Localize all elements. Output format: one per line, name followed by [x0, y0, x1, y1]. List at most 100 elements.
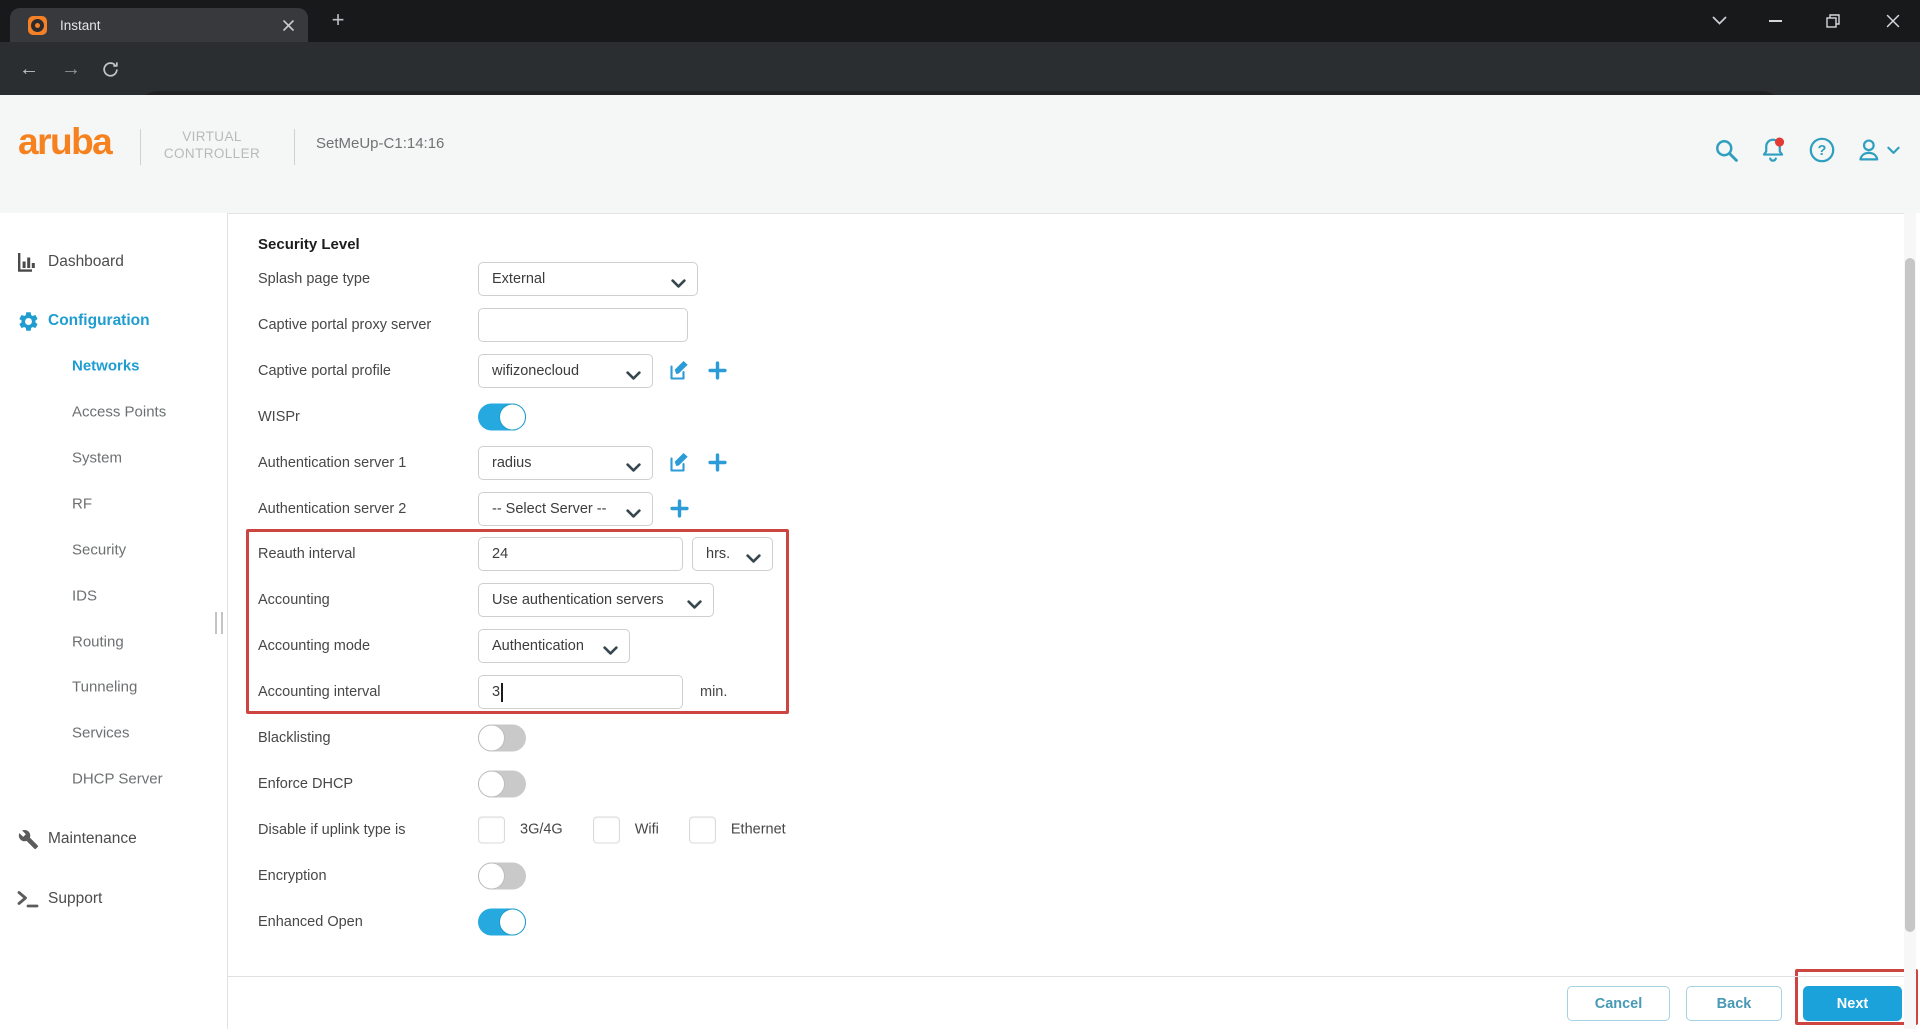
edit-icon[interactable] — [667, 359, 691, 383]
selected-value: hrs. — [706, 546, 731, 563]
captive-portal-profile-select[interactable]: wifizonecloud — [478, 353, 653, 388]
back-icon[interactable]: ← — [16, 56, 42, 82]
sidebar-item-label: Maintenance — [48, 830, 137, 847]
form-row-authentication-server-2: Authentication server 2 -- Select Server … — [228, 486, 1428, 532]
sidebar-item-label: RF — [72, 495, 92, 513]
add-icon[interactable] — [705, 451, 729, 475]
sidebar-nav: Dashboard Configuration Networks Access Poi… — [0, 213, 228, 1029]
search-icon[interactable] — [1710, 134, 1742, 166]
browser-tab[interactable]: Instant — [10, 8, 308, 42]
sidebar-item-dashboard[interactable]: Dashboard — [0, 247, 227, 277]
tab-search-icon[interactable] — [1696, 0, 1742, 42]
enhanced-open-toggle[interactable] — [478, 908, 526, 936]
encryption-toggle[interactable] — [478, 862, 526, 890]
text-cursor — [501, 682, 503, 702]
authentication-server-2-select[interactable]: -- Select Server -- — [478, 491, 653, 526]
sidebar-item-system[interactable]: System — [0, 443, 227, 473]
selected-value: External — [492, 271, 546, 287]
notifications-bell-icon[interactable] — [1757, 134, 1789, 166]
wrench-icon — [16, 827, 40, 851]
field-label: Enforce DHCP — [258, 775, 354, 792]
terminal-icon — [16, 887, 40, 911]
chevron-down-icon — [746, 551, 761, 569]
sidebar-item-tunneling[interactable]: Tunneling — [0, 672, 227, 702]
next-button[interactable]: Next — [1803, 986, 1902, 1021]
sidebar-item-configuration[interactable]: Configuration — [0, 306, 227, 336]
window-close-button[interactable] — [1870, 0, 1916, 42]
form-row-captive-portal-proxy-server: Captive portal proxy server — [228, 302, 1428, 348]
sidebar-item-rf[interactable]: RF — [0, 489, 227, 519]
enforce-dhcp-toggle[interactable] — [478, 770, 526, 798]
accounting-interval-input[interactable]: 3 — [478, 675, 683, 710]
sidebar-resize-handle[interactable] — [215, 612, 223, 634]
sidebar-item-label: Dashboard — [48, 253, 124, 270]
svg-text:?: ? — [1818, 143, 1827, 159]
product-name: VIRTUAL CONTROLLER — [163, 129, 261, 161]
field-label: Accounting — [258, 592, 330, 609]
forward-icon[interactable]: → — [58, 56, 84, 82]
sidebar-item-dhcp-server[interactable]: DHCP Server — [0, 764, 227, 794]
wispr-toggle[interactable] — [478, 403, 526, 431]
sidebar-item-support[interactable]: Support — [0, 884, 227, 914]
checkbox-ethernet[interactable] — [688, 816, 716, 844]
checkbox-3g-4g[interactable] — [478, 816, 505, 844]
window-restore-button[interactable] — [1810, 0, 1856, 42]
input-value: 3 — [492, 684, 501, 701]
sidebar-item-ids[interactable]: IDS — [0, 581, 227, 611]
main-scrollbar[interactable] — [1904, 213, 1916, 1029]
form-row-enforce-dhcp: Enforce DHCP — [228, 761, 1428, 807]
field-label: WISPr — [258, 408, 300, 425]
app-header: aruba VIRTUAL CONTROLLER SetMeUp-C1:14:1… — [0, 95, 1920, 213]
selected-value: wifizonecloud — [492, 362, 580, 379]
blacklisting-toggle[interactable] — [478, 724, 526, 752]
checkbox-wifi[interactable] — [592, 816, 620, 844]
form-row-accounting-mode: Accounting mode Authentication — [228, 623, 1428, 669]
main-content: Security Level Splash page type External C… — [228, 213, 1904, 1029]
toggle-knob — [478, 770, 505, 798]
sidebar-item-label: Security — [72, 541, 127, 559]
tab-close-icon[interactable] — [282, 19, 295, 32]
field-label: Encryption — [258, 867, 327, 884]
sidebar-item-networks[interactable]: Networks — [0, 351, 227, 381]
sidebar-item-label: Configuration — [48, 312, 150, 329]
captive-portal-proxy-server-input[interactable] — [478, 307, 688, 342]
field-label: Disable if uplink type is — [258, 821, 406, 838]
toggle-knob — [478, 724, 505, 752]
reauth-interval-unit-select[interactable]: hrs. — [692, 537, 773, 572]
dashboard-icon — [16, 250, 40, 274]
field-label: Captive portal profile — [258, 362, 391, 379]
browser-titlebar: Instant + — [0, 0, 1920, 42]
sidebar-item-routing[interactable]: Routing — [0, 627, 227, 657]
form-row-captive-portal-profile: Captive portal profile wifizonecloud — [228, 348, 1428, 394]
sidebar-item-maintenance[interactable]: Maintenance — [0, 824, 227, 854]
cancel-button[interactable]: Cancel — [1567, 986, 1670, 1021]
chevron-down-icon — [687, 597, 702, 615]
authentication-server-1-select[interactable]: radius — [478, 445, 653, 480]
form-row-blacklisting: Blacklisting — [228, 715, 1428, 761]
input-value: 24 — [492, 546, 509, 563]
accounting-select[interactable]: Use authentication servers — [478, 583, 714, 618]
back-button[interactable]: Back — [1686, 986, 1782, 1021]
selected-value: radius — [492, 454, 532, 471]
form-row-enhanced-open: Enhanced Open — [228, 899, 1428, 945]
reload-icon[interactable] — [97, 56, 123, 82]
sidebar-item-label: Tunneling — [72, 678, 138, 696]
sidebar-item-services[interactable]: Services — [0, 718, 227, 748]
sidebar-item-security[interactable]: Security — [0, 535, 227, 565]
reauth-interval-input[interactable]: 24 — [478, 537, 683, 572]
window-minimize-button[interactable] — [1752, 0, 1798, 42]
user-menu-icon[interactable] — [1854, 134, 1902, 166]
add-icon[interactable] — [667, 497, 691, 521]
chevron-down-icon — [626, 460, 641, 478]
scrollbar-thumb[interactable] — [1905, 258, 1915, 932]
sidebar-item-access-points[interactable]: Access Points — [0, 397, 227, 427]
help-icon[interactable]: ? — [1806, 134, 1838, 166]
sidebar-item-label: IDS — [72, 587, 98, 605]
field-label: Accounting mode — [258, 638, 371, 655]
new-tab-button[interactable]: + — [324, 6, 352, 34]
selected-value: -- Select Server -- — [492, 500, 607, 517]
splash-page-type-select[interactable]: External — [478, 262, 698, 296]
add-icon[interactable] — [705, 359, 729, 383]
accounting-mode-select[interactable]: Authentication — [478, 629, 630, 664]
edit-icon[interactable] — [667, 451, 691, 475]
